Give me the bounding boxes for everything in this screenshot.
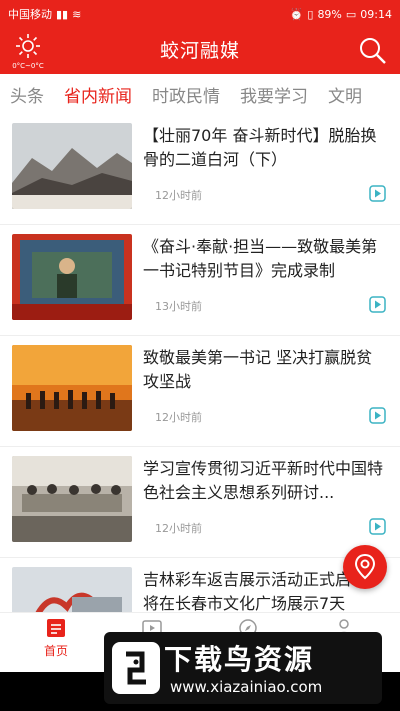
news-time: 12小时前 (155, 189, 202, 202)
news-item[interactable]: 学习宣传贯彻习近平新时代中国特色社会主义思想系列研讨... 12小时前 (0, 447, 400, 558)
watermark-title: 下载鸟资源 (164, 643, 315, 676)
app-header: 0°C~0°C 蛟河融媒 (0, 28, 400, 74)
news-item[interactable]: 【壮丽70年 奋斗新时代】脱胎换骨的二道白河（下） 12小时前 (0, 114, 400, 225)
news-thumbnail (12, 456, 132, 542)
carrier-label: 中国移动 (8, 8, 52, 21)
tab-headlines[interactable]: 头条 (0, 82, 54, 107)
nav-home[interactable]: 首页 (16, 617, 96, 659)
news-thumbnail (12, 345, 132, 431)
location-button[interactable] (343, 545, 387, 589)
news-item[interactable]: 《奋斗·奉献·担当——致敬最美第一书记特别节目》完成录制 13小时前 (0, 225, 400, 336)
clock: 09:14 (360, 7, 392, 21)
news-title: 【壮丽70年 奋斗新时代】脱胎换骨的二道白河（下） (143, 126, 377, 169)
news-list: 【壮丽70年 奋斗新时代】脱胎换骨的二道白河（下） 12小时前 《奋斗·奉献·担… (0, 114, 400, 669)
app-title: 蛟河融媒 (159, 40, 240, 62)
status-bar: 中国移动 ▮▮ ≋ ⏰ ▯ 89% ▭ 09:14 (0, 0, 400, 28)
news-item[interactable]: 致敬最美第一书记 坚决打赢脱贫攻坚战 12小时前 (0, 336, 400, 447)
battery-percent: 89% (317, 7, 342, 21)
video-play-icon (369, 518, 386, 535)
news-title: 《奋斗·奉献·担当——致敬最美第一书记特别节目》完成录制 (143, 237, 378, 280)
news-title: 学习宣传贯彻习近平新时代中国特色社会主义思想系列研讨... (143, 459, 384, 502)
alarm-icon: ⏰ (289, 7, 304, 21)
nav-home-label: 首页 (43, 644, 68, 658)
tab-learning[interactable]: 我要学习 (230, 82, 318, 107)
location-pin-icon (354, 553, 376, 580)
news-time: 13小时前 (155, 300, 202, 313)
video-play-icon (369, 185, 386, 202)
tab-politics[interactable]: 时政民情 (142, 82, 230, 107)
signal-icon: ▮▮ (56, 7, 69, 21)
search-icon[interactable] (358, 36, 388, 66)
battery-icon: ▭ (345, 7, 357, 21)
tab-civilization[interactable]: 文明 (318, 82, 372, 107)
news-title: 致敬最美第一书记 坚决打赢脱贫攻坚战 (143, 348, 373, 391)
category-tabs: 头条 省内新闻 时政民情 我要学习 文明 (0, 74, 400, 114)
video-play-icon (369, 407, 386, 424)
news-thumbnail (12, 234, 132, 320)
watermark-banner: 下载鸟资源 www.xiazainiao.com (104, 632, 382, 704)
bird-logo-icon (112, 642, 160, 694)
home-icon (47, 619, 65, 637)
video-play-icon (369, 296, 386, 313)
news-time: 12小时前 (155, 522, 202, 535)
vibrate-icon: ▯ (307, 7, 314, 21)
tab-provincial-news[interactable]: 省内新闻 (54, 82, 142, 107)
news-thumbnail (12, 123, 132, 209)
news-time: 12小时前 (155, 411, 202, 424)
watermark-url: www.xiazainiao.com (170, 678, 323, 696)
wifi-icon: ≋ (72, 7, 82, 21)
